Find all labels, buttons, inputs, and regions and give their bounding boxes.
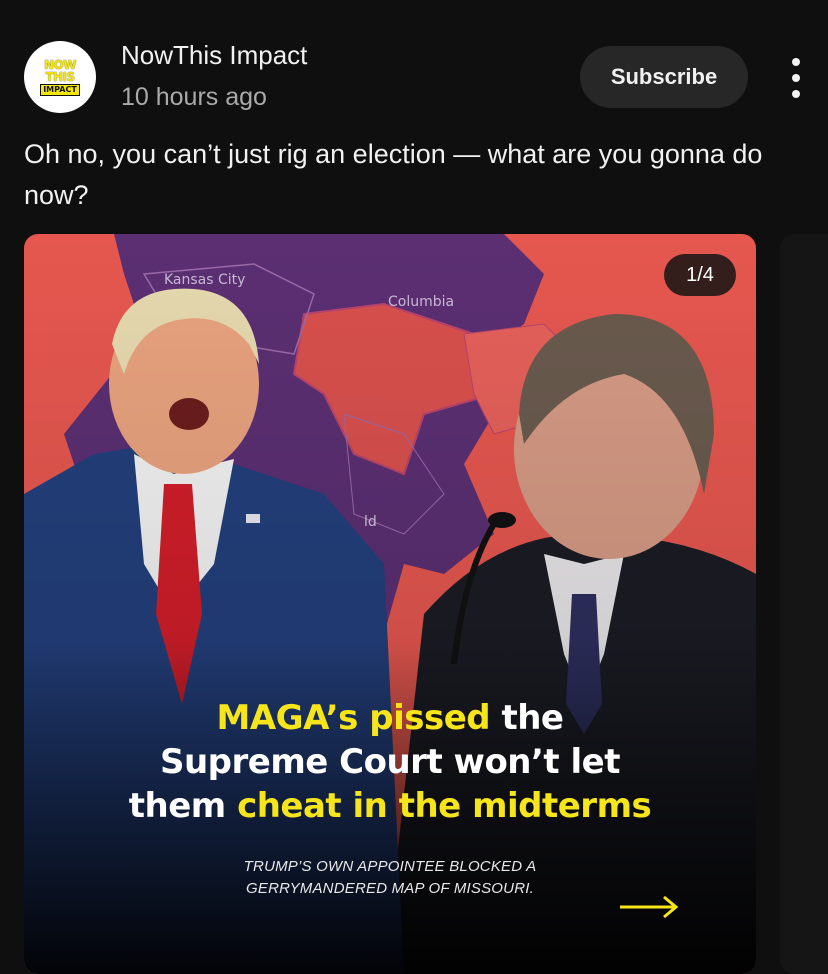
- map-label-columbia: Columbia: [388, 294, 455, 310]
- carousel-counter: 1/4: [664, 254, 736, 296]
- channel-name[interactable]: NowThis Impact: [121, 40, 307, 71]
- subscribe-button[interactable]: Subscribe: [580, 46, 748, 108]
- map-label-kansas-city: Kansas City: [164, 272, 246, 288]
- image-headline: MAGA’s pissed the Supreme Court won’t le…: [128, 698, 652, 826]
- carousel-image[interactable]: Kansas City Columbia ld 1/4 MAGA’s pisse…: [24, 234, 756, 974]
- post-header: NOW THIS IMPACT NowThis Impact 10 hours …: [0, 0, 828, 130]
- next-carousel-card[interactable]: [780, 234, 828, 974]
- post-caption: Oh no, you can’t just rig an election — …: [24, 139, 763, 210]
- channel-avatar[interactable]: NOW THIS IMPACT: [24, 41, 96, 113]
- arrow-right-icon: [620, 895, 679, 919]
- more-options-icon[interactable]: [784, 58, 808, 98]
- nowthis-impact-logo: NOW THIS IMPACT: [38, 53, 82, 101]
- map-label-partial: ld: [364, 514, 377, 530]
- post-timestamp: 10 hours ago: [121, 83, 267, 111]
